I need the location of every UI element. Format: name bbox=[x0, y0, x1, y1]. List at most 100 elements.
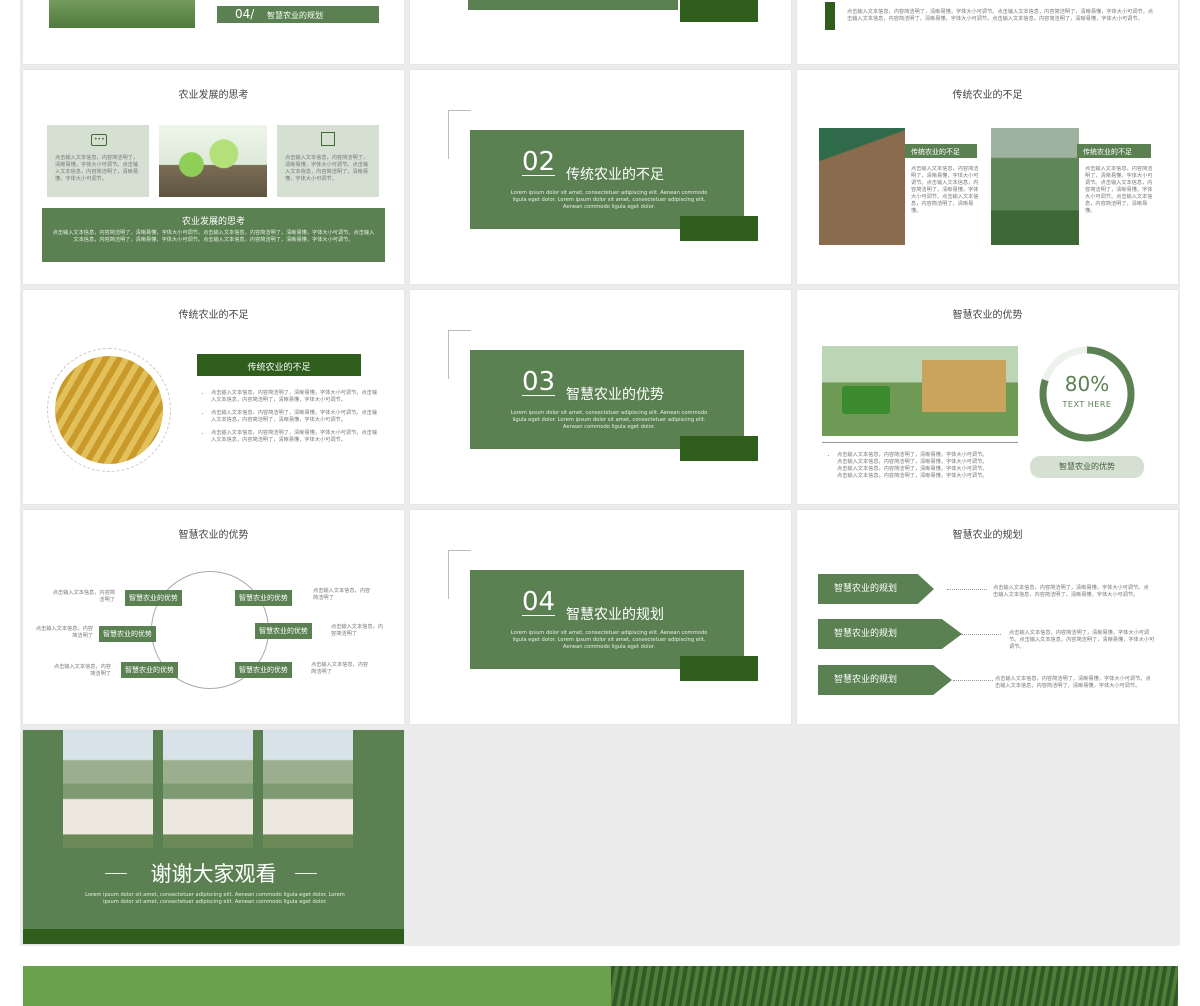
slide-smart-advantage-circle[interactable]: 智慧农业的优势 智慧农业的优势 智慧农业的优势 智慧农业的优势 智慧农业的优势 … bbox=[23, 510, 404, 724]
slide-toc-partial[interactable]: 04/ 智慧农业的规划 bbox=[23, 0, 404, 64]
slide-title: 智慧农业的规划 bbox=[936, 526, 1039, 541]
info-card-right: 点击输入文本信息，内容简洁明了，清晰易懂，字体大小可调节。点击输入文本信息，内容… bbox=[277, 125, 379, 197]
side-text: 点击输入文本信息，内容简洁明了 bbox=[331, 624, 383, 637]
list-pill-text: 传统农业的不足 bbox=[247, 363, 311, 373]
divider bbox=[822, 442, 1018, 443]
slide-title: 智慧农业的优势 bbox=[936, 306, 1039, 321]
summary-title: 农业发展的思考 bbox=[181, 217, 245, 227]
card-text: 点击输入文本信息，内容简洁明了，清晰易懂，字体大小可调节。点击输入文本信息，内容… bbox=[55, 155, 139, 182]
plan-text: 点击输入文本信息，内容简洁明了，清晰易懂，字体大小可调节。点击输入文本信息，内容… bbox=[995, 676, 1151, 689]
rice-field-photo bbox=[991, 128, 1079, 245]
photo-label-right: 传统农业的不足 bbox=[1077, 144, 1151, 158]
card-text: 点击输入文本信息，内容简洁明了，清晰易懂，字体大小可调节。点击输入文本信息，内容… bbox=[285, 155, 369, 182]
bullet-list: 点击输入文本信息，内容简洁明了，清晰易懂，字体大小可调节。点击输入文本信息，内容… bbox=[201, 390, 377, 450]
seedling-photo bbox=[159, 125, 267, 197]
slide-smart-advantage-ring[interactable]: 智慧农业的优势 点击输入文本信息，内容简洁明了，清晰易懂，字体大小可调节。 点击… bbox=[797, 290, 1178, 504]
title-dash-right bbox=[295, 873, 317, 874]
bullet-list: 点击输入文本信息，内容简洁明了，清晰易懂，字体大小可调节。 点击输入文本信息，内… bbox=[827, 452, 1027, 480]
list-item: 点击输入文本信息，内容简洁明了，清晰易懂，字体大小可调节。点击输入文本信息，内容… bbox=[211, 410, 377, 424]
section-dark-block bbox=[680, 216, 758, 241]
slide-traditional-photos[interactable]: 传统农业的不足 传统农业的不足 点击输入文本信息，内容简洁明了，清晰易懂，字体大… bbox=[797, 70, 1178, 284]
side-text: 点击输入文本信息，内容简洁明了 bbox=[311, 662, 369, 675]
summary-text: 点击输入文本信息，内容简洁明了，清晰易懂，字体大小可调节。点击输入文本信息，内容… bbox=[52, 230, 375, 243]
section-title: 传统农业的不足 bbox=[566, 167, 664, 183]
node-label: 智慧农业的优势 bbox=[255, 623, 312, 639]
section-subtitle: Lorem ipsum dolor sit amet, consectetuer… bbox=[510, 410, 708, 430]
photo-text-right: 点击输入文本信息，内容简洁明了，清晰易懂，字体大小可调节。点击输入文本信息，内容… bbox=[1085, 166, 1153, 214]
sheep-photo-1 bbox=[63, 730, 153, 848]
node-label: 智慧农业的优势 bbox=[121, 662, 178, 678]
section-title: 智慧农业的优势 bbox=[566, 387, 664, 403]
dark-band bbox=[680, 0, 758, 22]
node-label: 智慧农业的优势 bbox=[125, 590, 182, 606]
plan-text: 点击输入文本信息，内容简洁明了，清晰易懂，字体大小可调节。点击输入文本信息，内容… bbox=[1009, 630, 1155, 650]
slide-smart-plan[interactable]: 智慧农业的规划 智慧农业的规划 智慧农业的规划 智慧农业的规划 点击输入文本信息… bbox=[797, 510, 1178, 724]
plan-arrow: 智慧农业的规划 bbox=[818, 665, 952, 695]
list-item: 点击输入文本信息，内容简洁明了，清晰易懂，字体大小可调节。点击输入文本信息，内容… bbox=[211, 390, 377, 404]
preview-crops-photo bbox=[611, 966, 1178, 1006]
bottom-band bbox=[23, 929, 404, 944]
slide-partial-right[interactable]: 点击输入文本信息，内容简洁明了，清晰易懂，字体大小可调节。点击输入文本信息，内容… bbox=[797, 0, 1178, 64]
section-number: 03 bbox=[522, 367, 556, 397]
side-text: 点击输入文本信息，内容简洁明了 bbox=[313, 588, 371, 601]
slide-thanks[interactable]: 谢谢大家观看 Lorem ipsum dolor sit amet, conse… bbox=[23, 730, 404, 944]
photo-text-left: 点击输入文本信息，内容简洁明了，清晰易懂，字体大小可调节。点击输入文本信息，内容… bbox=[911, 166, 979, 214]
corner-frame bbox=[448, 110, 471, 159]
connector-line bbox=[961, 634, 1001, 635]
preview-green-band bbox=[23, 966, 611, 1006]
advantage-pill: 智慧农业的优势 bbox=[1030, 456, 1144, 478]
slide-partial-middle[interactable] bbox=[410, 0, 791, 64]
chat-icon: ••• bbox=[91, 134, 107, 146]
list-item: 点击输入文本信息，内容简洁明了，清晰易懂，字体大小可调节。 bbox=[837, 459, 988, 465]
list-pill: 传统农业的不足 bbox=[197, 354, 361, 376]
slide-title: 传统农业的不足 bbox=[936, 86, 1039, 101]
photo-label-left: 传统农业的不足 bbox=[905, 144, 977, 158]
grass-photo bbox=[49, 0, 195, 28]
hay-bales bbox=[922, 360, 1006, 412]
list-item: 点击输入文本信息，内容简洁明了，清晰易懂，字体大小可调节。点击输入文本信息，内容… bbox=[211, 430, 377, 444]
plan-arrow: 智慧农业的规划 bbox=[818, 574, 934, 604]
connector-line bbox=[947, 589, 987, 590]
list-item: 点击输入文本信息，内容简洁明了，清晰易懂，字体大小可调节。 bbox=[837, 466, 988, 472]
sheep-photo-3 bbox=[263, 730, 353, 848]
slide-title: 智慧农业的优势 bbox=[162, 526, 265, 541]
slide-traditional-list[interactable]: 传统农业的不足 传统农业的不足 点击输入文本信息，内容简洁明了，清晰易懂，字体大… bbox=[23, 290, 404, 504]
accent-bar bbox=[825, 2, 835, 30]
list-item: 点击输入文本信息，内容简洁明了，清晰易懂，字体大小可调节。 bbox=[837, 452, 1027, 459]
sheep-photo-2 bbox=[163, 730, 253, 848]
progress-caption: TEXT HERE bbox=[1062, 400, 1112, 409]
node-label: 智慧农业的优势 bbox=[235, 662, 292, 678]
progress-percent: 80% bbox=[1064, 372, 1110, 396]
body-text: 点击输入文本信息，内容简洁明了，清晰易懂，字体大小可调节。点击输入文本信息，内容… bbox=[847, 9, 1154, 22]
corner-frame bbox=[448, 330, 471, 379]
section-card: 03 智慧农业的优势 Lorem ipsum dolor sit amet, c… bbox=[470, 350, 744, 449]
section-number: 02 bbox=[522, 147, 556, 177]
node-label: 智慧农业的优势 bbox=[235, 590, 292, 606]
plan-text: 点击输入文本信息，内容简洁明了，清晰易懂，字体大小可调节。点击输入文本信息，内容… bbox=[993, 585, 1149, 598]
photo-label-text: 传统农业的不足 bbox=[1083, 148, 1132, 156]
node-label: 智慧农业的优势 bbox=[99, 626, 156, 642]
toc-item-04[interactable]: 04/ 智慧农业的规划 bbox=[217, 6, 379, 23]
section-dark-block bbox=[680, 436, 758, 461]
section-number: 04 bbox=[522, 587, 556, 617]
section-subtitle: Lorem ipsum dolor sit amet, consectetuer… bbox=[510, 630, 708, 650]
slide-section-03[interactable]: 03 智慧农业的优势 Lorem ipsum dolor sit amet, c… bbox=[410, 290, 791, 504]
side-text: 点击输入文本信息，内容简洁明了 bbox=[52, 590, 115, 603]
slide-section-04[interactable]: 04 智慧农业的规划 Lorem ipsum dolor sit amet, c… bbox=[410, 510, 791, 724]
wheat-photo bbox=[55, 356, 163, 464]
toc-item-number: 04/ bbox=[235, 7, 255, 21]
thanks-title: 谢谢大家观看 bbox=[150, 862, 277, 886]
section-card: 04 智慧农业的规划 Lorem ipsum dolor sit amet, c… bbox=[470, 570, 744, 669]
tractor-photo bbox=[822, 346, 1018, 436]
slide-section-02[interactable]: 02 传统农业的不足 Lorem ipsum dolor sit amet, c… bbox=[410, 70, 791, 284]
slide-title: 农业发展的思考 bbox=[162, 86, 265, 101]
slide-agri-thinking[interactable]: 农业发展的思考 ••• 点击输入文本信息，内容简洁明了，清晰易懂，字体大小可调节… bbox=[23, 70, 404, 284]
thanks-subtitle: Lorem ipsum dolor sit amet, consectetuer… bbox=[85, 892, 345, 905]
green-band bbox=[468, 0, 678, 10]
connector-line bbox=[953, 680, 993, 681]
toc-item-label: 智慧农业的规划 bbox=[267, 11, 323, 20]
watering-photo bbox=[819, 128, 905, 245]
section-title: 智慧农业的规划 bbox=[566, 607, 664, 623]
tractor-shape bbox=[842, 386, 890, 414]
list-item: 点击输入文本信息，内容简洁明了，清晰易懂，字体大小可调节。 bbox=[837, 473, 988, 479]
